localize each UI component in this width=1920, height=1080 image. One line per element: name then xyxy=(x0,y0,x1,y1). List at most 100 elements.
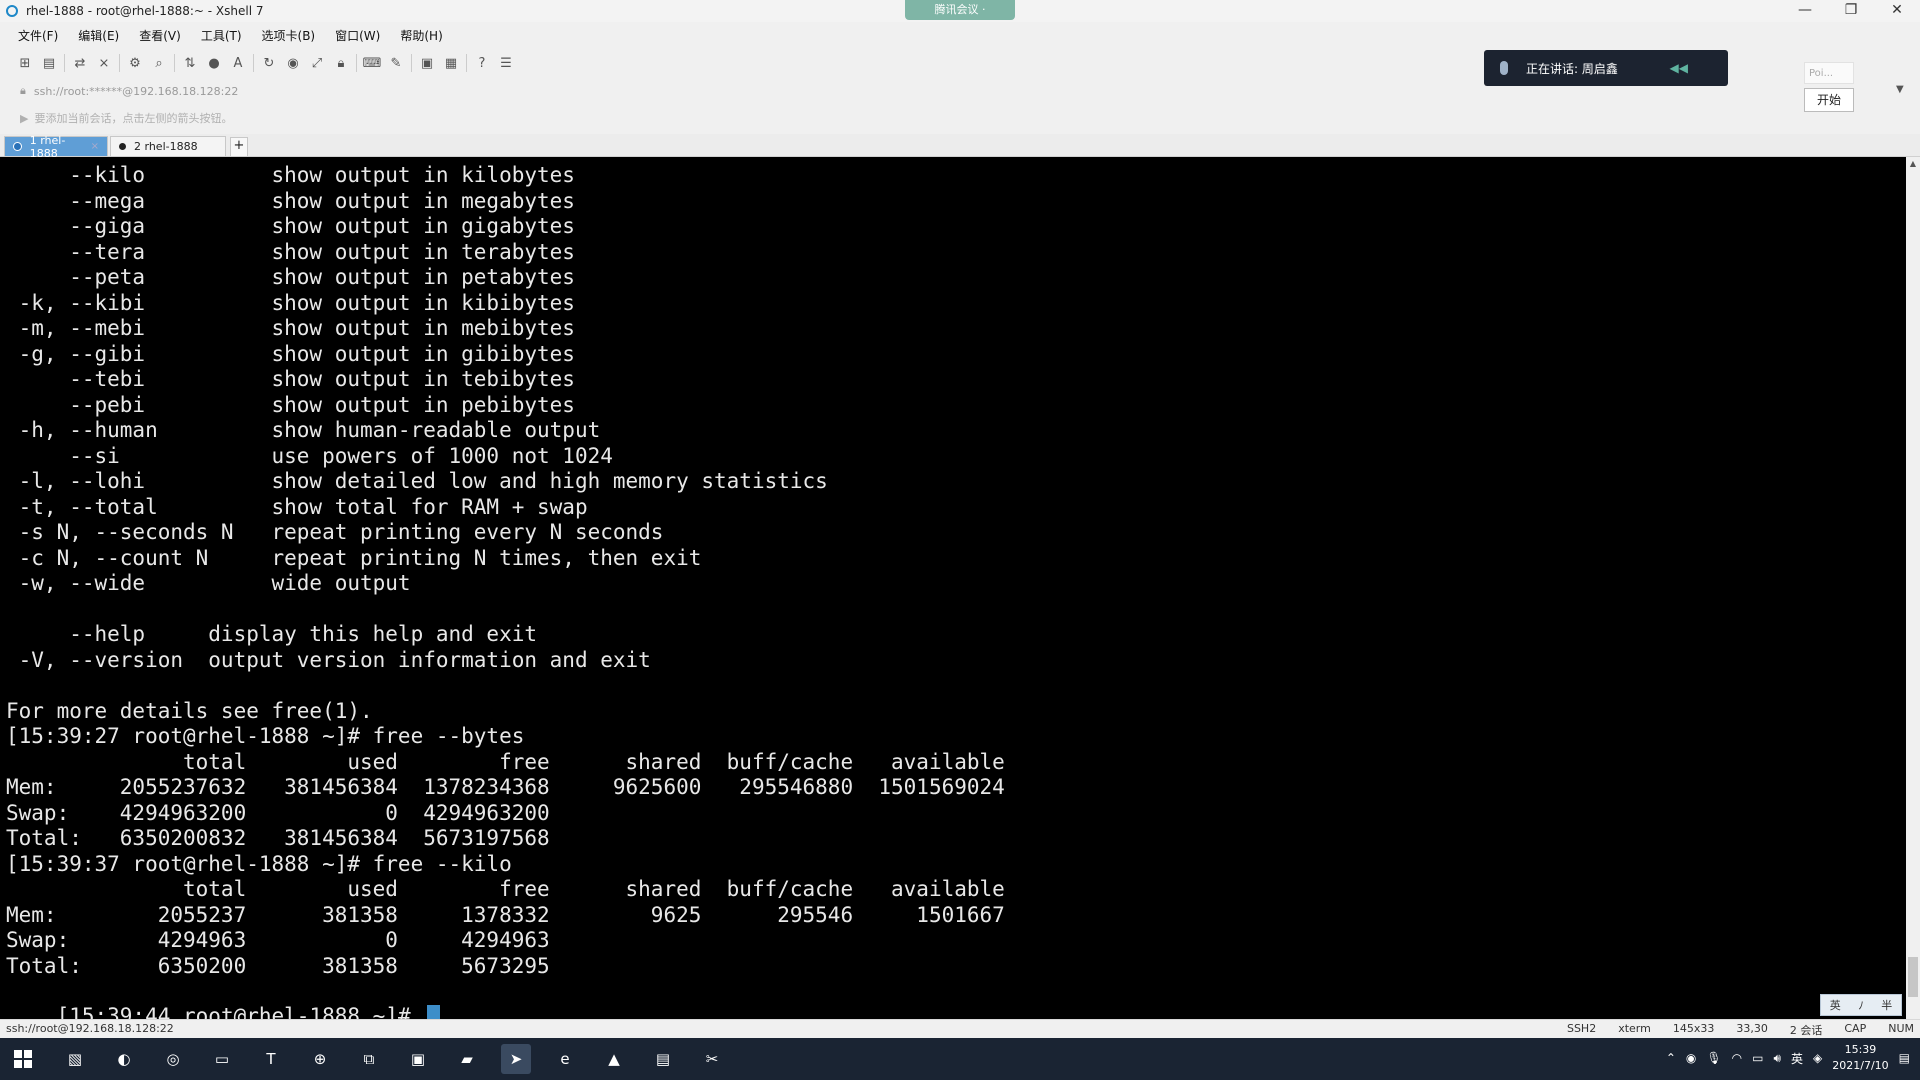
help-icon[interactable]: ? xyxy=(473,54,491,72)
scroll-up-icon[interactable]: ▲ xyxy=(1906,157,1920,171)
close-tab-icon[interactable]: × xyxy=(91,141,99,152)
status-sessions: 2 会话 xyxy=(1789,1024,1823,1037)
folder-icon[interactable]: ▭ xyxy=(207,1044,237,1074)
speaking-indicator: 正在讲话: 周启鑫 ◀◀ xyxy=(1484,50,1728,86)
terminal-output[interactable]: --kilo show output in kilobytes --mega s… xyxy=(0,157,1906,1019)
status-size: 145x33 xyxy=(1672,1022,1715,1035)
tray-chevron-icon[interactable]: ⌃ xyxy=(1666,1051,1676,1065)
menu-edit[interactable]: 编辑(E) xyxy=(78,27,119,44)
toolbar-divider xyxy=(411,54,412,72)
add-tab-button[interactable]: + xyxy=(230,137,248,156)
bookmark-icon[interactable]: ▶ xyxy=(20,112,28,125)
ime-toolbar[interactable]: 英 ﾉ 半 xyxy=(1820,994,1902,1016)
notes-icon[interactable]: ▰ xyxy=(452,1044,482,1074)
notification-icon[interactable]: ▤ xyxy=(1899,1051,1910,1065)
tab-label: 1 rhel-1888 xyxy=(29,133,66,160)
menu-file[interactable]: 文件(F) xyxy=(18,27,58,44)
meeting-tab[interactable]: 腾讯会议 · xyxy=(905,0,1015,20)
file-icon[interactable]: ▧ xyxy=(60,1044,90,1074)
lock-icon[interactable]: 🔒︎ xyxy=(332,54,350,72)
maximize-button[interactable]: ❐ xyxy=(1828,0,1874,22)
lock-small-icon: 🔒︎ xyxy=(20,84,26,97)
status-caps: CAP xyxy=(1844,1022,1867,1035)
fullscreen-icon[interactable]: ⤢ xyxy=(308,54,326,72)
tab-session-2[interactable]: 2 rhel-1888 xyxy=(110,136,226,156)
tab-session-1[interactable]: 1 rhel-1888 × xyxy=(4,134,108,160)
input-language[interactable]: 英 xyxy=(1791,1050,1803,1067)
toolbar-divider xyxy=(64,54,65,72)
scrollbar-thumb[interactable] xyxy=(1908,957,1918,997)
security-icon[interactable]: ◈ xyxy=(1813,1051,1822,1065)
font-icon[interactable]: A xyxy=(229,54,247,72)
ime-lang[interactable]: 英 xyxy=(1830,997,1841,1013)
close-button[interactable]: ✕ xyxy=(1874,0,1920,22)
network-icon[interactable]: ◠ xyxy=(1732,1051,1742,1065)
session-tab-bar: 1 rhel-1888 × 2 rhel-1888 + xyxy=(0,134,1920,160)
xshell-icon[interactable]: ➤ xyxy=(501,1044,531,1074)
taskbar-apps: ▧ ◐ ◎ ▭ T ⊕ ⧉ ▣ ▰ ➤ e ▲ ▤ ✂ xyxy=(60,1044,727,1074)
browser-icon[interactable]: ◐ xyxy=(109,1044,139,1074)
status-connection: ssh://root@192.168.18.128:22 xyxy=(6,1022,174,1035)
windows-start-icon[interactable] xyxy=(14,1050,32,1068)
window-title: rhel-1888 - root@rhel-1888:~ - Xshell 7 xyxy=(26,4,264,18)
toolbar: ⊞ ▤ ⇄ ⨯ ⚙ ⌕ ⇅ ● A ↻ ◉ ⤢ 🔒︎ ⌨ ✎ ▣ ▦ ? ☰ xyxy=(16,50,515,76)
photos-icon[interactable]: ▲ xyxy=(599,1044,629,1074)
terminal-icon[interactable]: ▣ xyxy=(403,1044,433,1074)
menu-view[interactable]: 查看(V) xyxy=(139,27,181,44)
globe-icon[interactable]: ● xyxy=(205,54,223,72)
tray-mic-icon[interactable]: 🎙︎ xyxy=(1706,1051,1721,1065)
terminal-line: -k, --kibi show output in kibibytes xyxy=(6,290,575,315)
refresh-icon[interactable]: ↻ xyxy=(260,54,278,72)
reconnect-icon[interactable]: ⇄ xyxy=(71,54,89,72)
xftp-icon[interactable]: ◉ xyxy=(284,54,302,72)
find-icon[interactable]: ⌕ xyxy=(150,54,168,72)
minimize-button[interactable]: — xyxy=(1782,0,1828,22)
ime-width[interactable]: 半 xyxy=(1881,997,1892,1013)
terminal-line: [15:39:37 root@rhel-1888 ~]# free --kilo xyxy=(6,851,512,876)
vm-icon[interactable]: ⧉ xyxy=(354,1044,384,1074)
open-folder-icon[interactable]: ▤ xyxy=(40,54,58,72)
new-session-icon[interactable]: ⊞ xyxy=(16,54,34,72)
side-input[interactable]: Poi... xyxy=(1804,62,1854,84)
menu-tabs[interactable]: 选项卡(B) xyxy=(262,27,316,44)
transfer-icon[interactable]: ⇅ xyxy=(181,54,199,72)
ie-icon[interactable]: e xyxy=(550,1044,580,1074)
terminal-line: -h, --human show human-readable output xyxy=(6,418,601,442)
address-text: ssh://root:******@192.168.18.128:22 xyxy=(33,84,239,98)
toolbar-divider xyxy=(466,54,467,72)
volume-icon[interactable]: 🔊︎ xyxy=(1773,1051,1781,1066)
tile-icon[interactable]: ▦ xyxy=(442,54,460,72)
disconnect-icon[interactable]: ⨯ xyxy=(95,54,113,72)
chat-icon[interactable]: ☰ xyxy=(497,54,515,72)
clock[interactable]: 15:39 2021/7/10 xyxy=(1832,1042,1888,1074)
network-icon[interactable]: ⊕ xyxy=(305,1044,335,1074)
chevron-down-icon[interactable]: ▼ xyxy=(1896,84,1904,95)
tray-app-icon[interactable]: ◉ xyxy=(1686,1051,1696,1065)
snip-icon[interactable]: ✂ xyxy=(697,1044,727,1074)
typora-icon[interactable]: T xyxy=(256,1044,286,1074)
menu-help[interactable]: 帮助(H) xyxy=(400,27,442,44)
terminal-scrollbar[interactable]: ▲ xyxy=(1906,157,1920,1019)
battery-icon[interactable]: ▭ xyxy=(1752,1051,1763,1065)
speaking-text: 正在讲话: 周启鑫 xyxy=(1526,61,1618,76)
chrome-icon[interactable]: ◎ xyxy=(158,1044,188,1074)
start-button[interactable]: 开始 xyxy=(1804,88,1854,112)
terminal-line: Total: 6350200832 381456384 5673197568 xyxy=(6,826,550,850)
script-icon[interactable]: ✎ xyxy=(387,54,405,72)
terminal-line: -m, --mebi show output in mebibytes xyxy=(6,316,575,340)
toolbar-divider xyxy=(253,54,254,72)
menu-window[interactable]: 窗口(W) xyxy=(335,27,380,44)
terminal-line: total used free shared buff/cache availa… xyxy=(6,877,1005,901)
menu-tools[interactable]: 工具(T) xyxy=(201,27,242,44)
terminal-line: Swap: 4294963 0 4294963 xyxy=(6,928,550,952)
address-bar[interactable]: 🔒︎ ssh://root:******@192.168.18.128:22 xyxy=(20,82,238,100)
toolbar-divider xyxy=(356,54,357,72)
ime-punct[interactable]: ﾉ xyxy=(1858,997,1864,1013)
keyboard-icon[interactable]: ⌨ xyxy=(363,54,382,72)
terminal-line: For more details see free(1). xyxy=(6,698,373,723)
chat-app-icon[interactable]: ▤ xyxy=(648,1044,678,1074)
properties-icon[interactable]: ⚙ xyxy=(126,54,144,72)
session-status-icon xyxy=(13,142,22,151)
layout-icon[interactable]: ▣ xyxy=(418,54,436,72)
terminal-line: Mem: 2055237632 381456384 1378234368 962… xyxy=(6,775,1005,799)
